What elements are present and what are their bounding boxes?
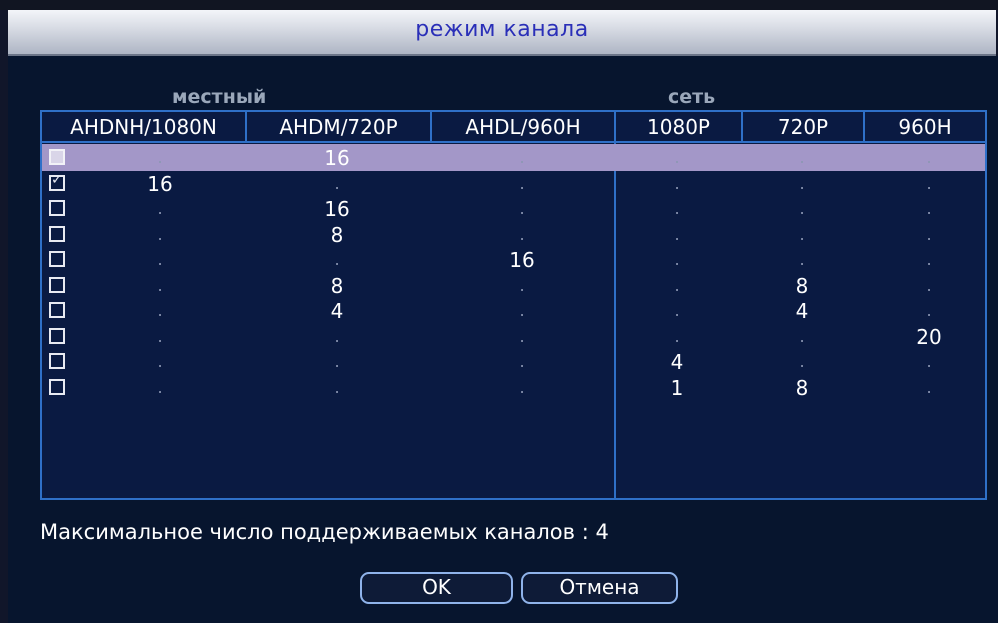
table-cell: .: [926, 199, 932, 218]
table-cell: .: [334, 352, 340, 371]
table-cell: .: [674, 301, 680, 320]
table-cell: .: [519, 199, 525, 218]
top-strip: [0, 0, 998, 10]
table-cell: .: [674, 224, 680, 244]
row-checkbox[interactable]: [49, 200, 65, 216]
table-cell: .: [519, 173, 525, 193]
table-cell: .: [519, 148, 525, 167]
table-cell: .: [799, 326, 805, 346]
table-cell: .: [674, 326, 680, 346]
window-title: режим канала: [415, 17, 589, 42]
table-cell: 16: [324, 146, 350, 170]
row-checkbox[interactable]: [49, 149, 65, 165]
table-cell: .: [926, 148, 932, 167]
table-cell: .: [674, 173, 680, 193]
column-header-ahdl-960h: AHDL/960H: [465, 115, 581, 139]
table-cell: .: [519, 326, 525, 346]
table-cell: .: [157, 377, 163, 397]
table-cell: .: [519, 352, 525, 371]
table-cell: .: [799, 250, 805, 269]
row-checkbox[interactable]: [49, 327, 65, 344]
table-cell: 1: [670, 375, 684, 400]
row-checkbox[interactable]: [49, 302, 65, 318]
table-cell: .: [674, 148, 680, 167]
table-cell: .: [157, 199, 163, 218]
ok-button[interactable]: OK: [360, 572, 513, 604]
table-cell: .: [799, 199, 805, 218]
table-cell: .: [799, 148, 805, 167]
table-cell: .: [926, 377, 932, 397]
table-cell: 8: [795, 273, 809, 298]
table-cell: 4: [795, 299, 809, 323]
column-header-720p: 720P: [777, 115, 829, 139]
max-channels-label: Максимальное число поддерживаемых канало…: [40, 520, 609, 544]
table-cell: .: [519, 377, 525, 397]
table-cell: 8: [330, 222, 344, 247]
section-label-network: сеть: [668, 86, 716, 108]
table-cell: .: [799, 173, 805, 193]
row-checkbox[interactable]: [49, 251, 65, 267]
title-bar: режим канала: [8, 10, 996, 56]
table-cell: .: [926, 352, 932, 371]
table-cell: .: [674, 250, 680, 269]
table-cell: .: [926, 250, 932, 269]
table-cell: .: [674, 275, 680, 295]
table-cell: .: [157, 352, 163, 371]
table-cell: 8: [330, 273, 344, 298]
table-cell: 16: [324, 197, 350, 221]
table-cell: .: [926, 301, 932, 320]
column-header-960h: 960H: [898, 115, 952, 139]
table-cell: .: [799, 224, 805, 244]
table-cell: 8: [795, 375, 809, 400]
table-cell: .: [157, 148, 163, 167]
table-cell: 20: [916, 324, 942, 349]
table-cell: .: [519, 275, 525, 295]
table-cell: .: [334, 326, 340, 346]
cancel-button[interactable]: Отмена: [521, 572, 678, 604]
table-cell: .: [519, 301, 525, 320]
table-cell: 16: [147, 171, 173, 196]
row-checkbox[interactable]: [49, 172, 65, 191]
table-cell: .: [926, 224, 932, 244]
table-cell: .: [157, 250, 163, 269]
table-cell: .: [674, 199, 680, 218]
table-cell: .: [519, 224, 525, 244]
table-cell: .: [157, 326, 163, 346]
table-cell: .: [157, 275, 163, 295]
column-header-ahdm-720p: AHDM/720P: [279, 115, 398, 139]
table-cell: .: [157, 301, 163, 320]
row-checkbox[interactable]: [49, 225, 65, 242]
table-cell: .: [334, 250, 340, 269]
table-cell: .: [799, 352, 805, 371]
table-cell: .: [334, 173, 340, 193]
table-cell: .: [926, 275, 932, 295]
table-cell: 16: [509, 248, 535, 272]
table-cell: .: [926, 173, 932, 193]
table-cell: .: [157, 224, 163, 244]
table-cell: 4: [330, 299, 344, 323]
column-header-1080p: 1080P: [647, 115, 710, 139]
table-cell: 4: [670, 350, 684, 374]
section-label-local: местный: [172, 86, 267, 108]
row-checkbox[interactable]: [49, 353, 65, 369]
row-checkbox[interactable]: [49, 378, 65, 395]
table-cell: .: [334, 377, 340, 397]
row-checkbox[interactable]: [49, 276, 65, 293]
column-header-ahdnh-1080n: AHDNH/1080N: [70, 115, 217, 139]
